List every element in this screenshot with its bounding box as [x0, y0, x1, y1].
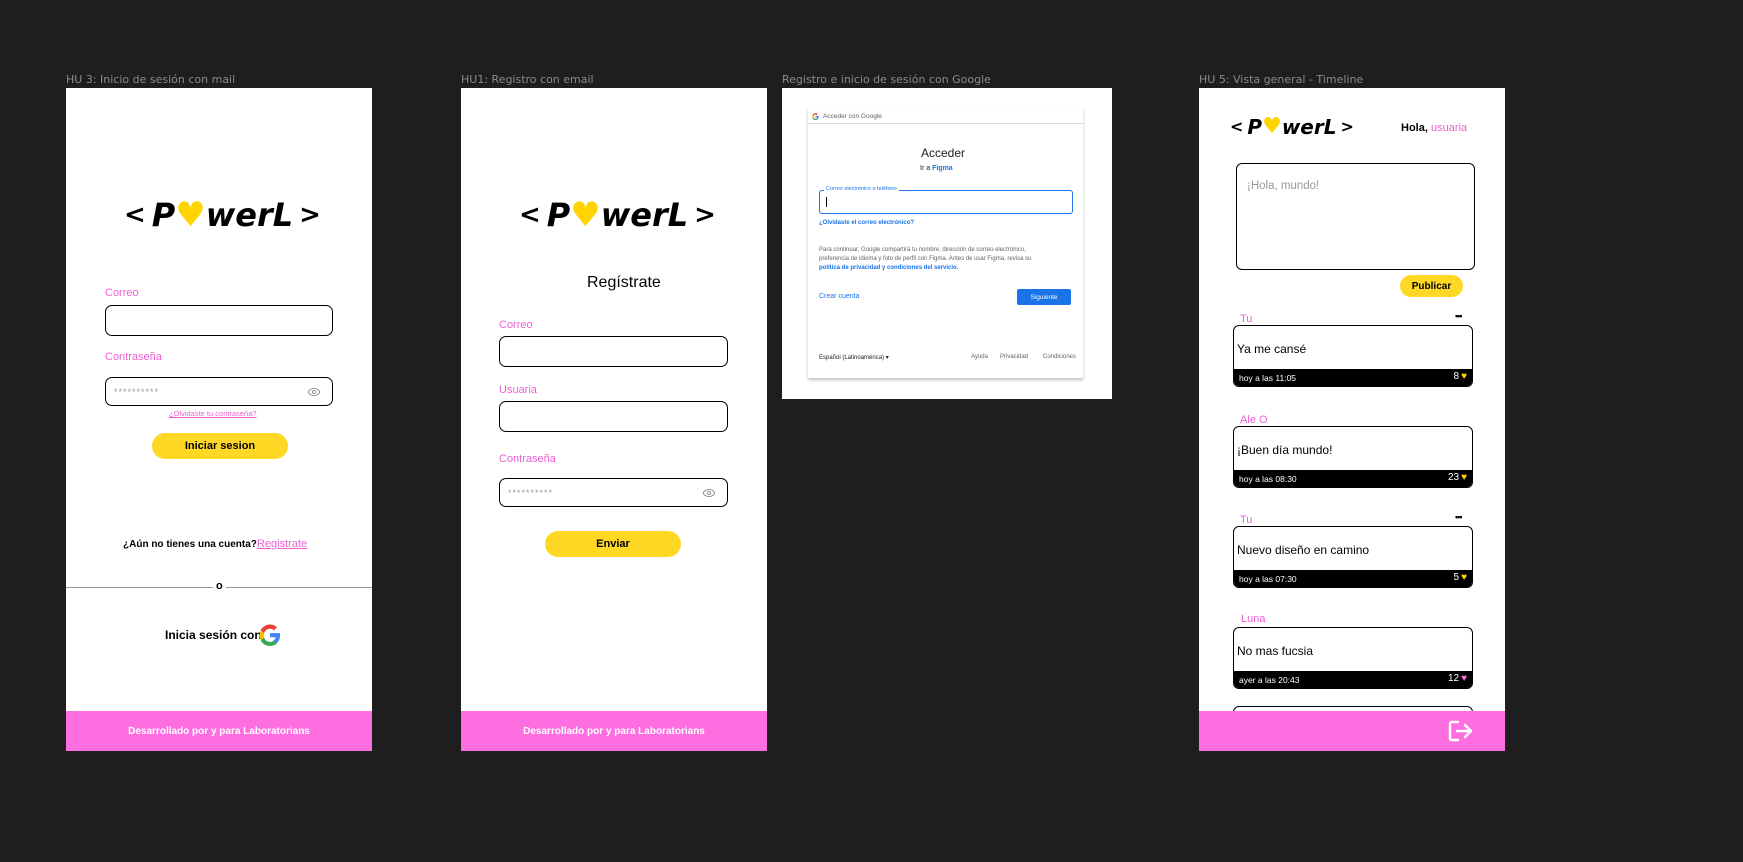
heart-icon: ♥ [1461, 371, 1467, 382]
google-frame: Acceder con Google Acceder Ir a Figma Co… [782, 88, 1112, 399]
text-cursor [826, 197, 827, 207]
chevron-down-icon: ▾ [885, 355, 889, 361]
post-meta-bar: hoy a las 08:30 23 ♥ [1234, 470, 1472, 487]
username[interactable]: usuaria [1431, 122, 1467, 134]
compose-placeholder: ¡Hola, mundo! [1247, 180, 1320, 192]
signin-subheading: Ir a Figma [920, 165, 953, 172]
create-account-link[interactable]: Crear cuenta [819, 293, 859, 300]
register-frame: < P ♥ werL > Regístrate Correo Usuaria Contr… [461, 88, 767, 751]
google-login-text: Inicia sesión con [165, 628, 262, 642]
signin-heading: Acceder [921, 146, 966, 160]
password-field[interactable]: ********** [499, 478, 728, 507]
no-account-text: ¿Aún no tienes una cuenta? [123, 539, 257, 550]
footer: Desarrollado por y para Laboratorians [461, 711, 767, 751]
logout-icon[interactable] [1447, 719, 1475, 743]
input-label: Correo electrónico o teléfono [824, 186, 899, 192]
frame-title-timeline: HU 5: Vista general - Timeline [1199, 73, 1364, 86]
heart-icon: ♥ [570, 195, 601, 235]
password-mask: ********** [508, 487, 554, 498]
post-text: Nuevo diseño en camino [1237, 543, 1370, 557]
heart-icon: ♥ [1262, 114, 1282, 139]
password-field[interactable]: ********** [105, 377, 333, 406]
post-text: Ya me cansé [1237, 342, 1307, 356]
like-count[interactable]: 12 ♥ [1448, 673, 1467, 684]
heart-icon: ♥ [1461, 572, 1467, 583]
post-text: No mas fucsia [1237, 644, 1314, 658]
publish-button[interactable]: Publicar [1400, 275, 1463, 297]
post-meta-bar: hoy a las 07:30 5 ♥ [1234, 570, 1472, 587]
info-line-2: preferencia de idioma y foto de perfil c… [819, 256, 1032, 262]
password-label: Contraseña [499, 453, 556, 465]
post-time: hoy a las 11:05 [1239, 373, 1297, 383]
google-header: Acceder con Google [823, 113, 882, 120]
email-field[interactable] [499, 336, 728, 367]
terms-link[interactable]: Condiciones [1043, 354, 1076, 360]
register-link[interactable]: Registrate [257, 538, 307, 550]
more-options-icon[interactable]: ••• [1455, 512, 1463, 522]
powerl-logo: < P ♥ werL > [124, 195, 321, 235]
or-separator: o [213, 580, 226, 592]
post-card: ¡Buen día mundo! hoy a las 08:30 23 ♥ [1233, 426, 1473, 488]
eye-icon[interactable] [308, 387, 320, 396]
compose-textarea[interactable]: ¡Hola, mundo! [1236, 163, 1475, 270]
frame-title-google: Registro e inicio de sesión con Google [782, 73, 991, 86]
post-time: hoy a las 07:30 [1239, 574, 1297, 584]
email-label: Correo [499, 319, 533, 331]
more-options-icon[interactable]: ••• [1455, 311, 1463, 321]
like-count[interactable]: 23 ♥ [1448, 472, 1467, 483]
password-label: Contraseña [105, 351, 162, 363]
post-meta-bar: ayer a las 20:43 12 ♥ [1234, 671, 1472, 688]
timeline-frame: < P ♥ werL > Hola, usuaria ¡Hola, mundo! Pub… [1199, 88, 1505, 751]
post-text: ¡Buen día mundo! [1237, 443, 1333, 457]
post-time: ayer a las 20:43 [1239, 675, 1300, 685]
google-icon [812, 113, 819, 120]
info-line-1: Para continuar, Google compartirá tu nom… [819, 247, 1026, 253]
next-button[interactable]: Siguiente [1017, 289, 1071, 305]
app-name-link[interactable]: Figma [932, 165, 953, 172]
post-author[interactable]: Tu [1240, 313, 1252, 325]
frame-title-login: HU 3: Inicio de sesión con mail [66, 73, 236, 86]
user-field[interactable] [499, 401, 728, 432]
heart-icon: ♥ [175, 195, 206, 235]
google-signin-card: Acceder con Google Acceder Ir a Figma Co… [808, 108, 1083, 378]
forgot-email-link[interactable]: ¿Olvidaste el correo electrónico? [819, 220, 914, 226]
heart-icon: ♥ [1461, 472, 1467, 483]
powerl-logo: < P ♥ werL > [519, 195, 716, 235]
heart-icon: ♥ [1461, 673, 1467, 684]
like-count[interactable]: 8 ♥ [1454, 371, 1468, 382]
greeting: Hola, usuaria [1401, 122, 1468, 134]
password-mask: ********** [114, 386, 160, 397]
login-frame: < P ♥ werL > Correo Contraseña ********** ¿O… [66, 88, 372, 751]
post-author[interactable]: Ale O [1240, 414, 1268, 426]
submit-button[interactable]: Enviar [545, 531, 681, 557]
powerl-logo: < P ♥ werL > [1230, 114, 1354, 139]
post-time: hoy a las 08:30 [1239, 474, 1297, 484]
page-title: Regístrate [587, 274, 661, 291]
eye-icon[interactable] [703, 488, 715, 497]
privacy-terms-link[interactable]: política de privacidad y condiciones del… [819, 265, 958, 271]
email-label: Correo [105, 287, 139, 299]
frame-title-register: HU1: Registro con email [461, 73, 594, 86]
login-button[interactable]: Iniciar sesion [152, 433, 288, 459]
post-author[interactable]: Tu [1240, 514, 1252, 526]
help-link[interactable]: Ayuda [971, 354, 988, 360]
footer [1199, 711, 1505, 751]
like-count[interactable]: 5 ♥ [1454, 572, 1468, 583]
post-author[interactable]: Luna [1241, 613, 1265, 625]
email-or-phone-input[interactable]: Correo electrónico o teléfono [819, 186, 1073, 214]
header-divider [808, 123, 1083, 124]
user-label: Usuaria [499, 384, 537, 396]
footer: Desarrollado por y para Laboratorians [66, 711, 372, 751]
google-icon[interactable] [259, 624, 281, 646]
forgot-password-link[interactable]: ¿Olvidaste tu contraseña? [169, 409, 257, 418]
post-card: No mas fucsia ayer a las 20:43 12 ♥ [1233, 627, 1473, 689]
privacy-link[interactable]: Privacidad [1000, 354, 1028, 360]
email-field[interactable] [105, 305, 333, 336]
post-card: Nuevo diseño en camino hoy a las 07:30 5… [1233, 526, 1473, 588]
language-select[interactable]: Español (Latinoamérica) ▾ [819, 354, 889, 361]
post-card: Ya me cansé hoy a las 11:05 8 ♥ [1233, 325, 1473, 387]
post-meta-bar: hoy a las 11:05 8 ♥ [1234, 369, 1472, 386]
